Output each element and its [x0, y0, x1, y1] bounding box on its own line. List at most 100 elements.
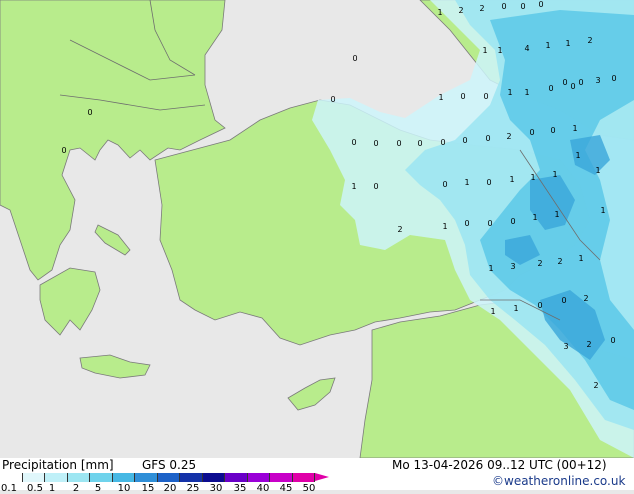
legend-label: 0.5 — [27, 483, 43, 494]
point-value-label: 2 — [557, 257, 562, 266]
point-value-label: 0 — [570, 82, 575, 91]
point-value-label: 1 — [554, 210, 559, 219]
point-value-label: 1 — [595, 166, 600, 175]
legend-label: 1 — [48, 483, 56, 494]
point-value-label: 0 — [538, 0, 543, 9]
credit-link[interactable]: ©weatheronline.co.uk — [492, 474, 625, 488]
point-value-label: 3 — [563, 342, 568, 351]
legend-label: 45 — [279, 483, 293, 494]
point-value-label: 3 — [595, 76, 600, 85]
point-value-label: 0 — [396, 139, 401, 148]
point-value-label: 0 — [548, 84, 553, 93]
point-value-label: 0 — [352, 54, 357, 63]
legend-swatch — [90, 473, 113, 482]
point-value-label: 2 — [506, 132, 511, 141]
legend-label: 5 — [94, 483, 102, 494]
point-value-label: 1 — [438, 93, 443, 102]
point-value-label: 1 — [575, 151, 580, 160]
legend-label: 25 — [186, 483, 200, 494]
legend-swatch — [225, 473, 248, 482]
point-value-label: 4 — [524, 44, 529, 53]
legend-label: 10 — [117, 483, 131, 494]
point-value-label: 0 — [578, 78, 583, 87]
legend-swatch — [270, 473, 293, 482]
point-value-label: 2 — [583, 294, 588, 303]
point-value-label: 1 — [524, 88, 529, 97]
point-value-label: 0 — [611, 74, 616, 83]
legend-swatch — [0, 473, 23, 482]
point-value-label: 0 — [87, 108, 92, 117]
point-value-label: 0 — [537, 301, 542, 310]
point-value-label: 0 — [550, 126, 555, 135]
point-value-label: 1 — [530, 173, 535, 182]
point-value-label: 0 — [373, 182, 378, 191]
legend-swatch — [112, 473, 135, 482]
point-value-label: 1 — [507, 88, 512, 97]
legend-swatch — [45, 473, 68, 482]
legend-arrow-icon — [315, 473, 329, 481]
legend-swatch — [157, 473, 180, 482]
point-value-label: 0 — [561, 296, 566, 305]
point-value-label: 0 — [501, 2, 506, 11]
legend-swatch — [292, 473, 315, 482]
point-value-label: 1 — [565, 39, 570, 48]
model-name: GFS 0.25 — [142, 458, 197, 472]
point-value-label: 0 — [440, 138, 445, 147]
point-value-label: 0 — [483, 92, 488, 101]
point-value-label: 1 — [437, 8, 442, 17]
legend-label: 15 — [141, 483, 155, 494]
product-title: Precipitation [mm] — [2, 458, 114, 472]
point-value-label: 1 — [545, 41, 550, 50]
legend-swatch — [202, 473, 225, 482]
point-value-label: 1 — [488, 264, 493, 273]
point-value-label: 2 — [458, 6, 463, 15]
point-value-label: 1 — [509, 175, 514, 184]
point-value-label: 2 — [479, 4, 484, 13]
legend-label: 50 — [302, 483, 316, 494]
legend-swatch — [67, 473, 90, 482]
legend-swatch — [180, 473, 203, 482]
point-value-label: 1 — [351, 182, 356, 191]
point-value-label: 1 — [552, 170, 557, 179]
precipitation-map: 1 2 2 0 0 001 1 4 1 1 20 0 3 000 1 0 0 1 1 0 000 0 0 0 0 0 0 2 0 0 11 0… — [0, 0, 634, 458]
legend-label: 30 — [209, 483, 223, 494]
point-value-label: 0 — [510, 217, 515, 226]
point-value-label: 0 — [373, 139, 378, 148]
point-value-label: 3 — [510, 262, 515, 271]
legend-label: 35 — [233, 483, 247, 494]
point-value-label: 0 — [520, 2, 525, 11]
legend-swatch — [247, 473, 270, 482]
point-value-label: 1 — [464, 178, 469, 187]
legend-label: 20 — [163, 483, 177, 494]
point-value-label: 0 — [562, 78, 567, 87]
point-value-label: 1 — [572, 124, 577, 133]
point-value-label: 0 — [610, 336, 615, 345]
legend-label: 2 — [72, 483, 80, 494]
valid-datetime: Mo 13-04-2026 09..12 UTC (00+12) — [392, 458, 607, 472]
point-value-label: 2 — [587, 36, 592, 45]
point-value-label: 0 — [462, 136, 467, 145]
legend-swatch — [22, 473, 45, 482]
point-value-label: 2 — [537, 259, 542, 268]
point-value-label: 1 — [490, 307, 495, 316]
point-value-label: 0 — [442, 180, 447, 189]
point-value-label: 1 — [482, 46, 487, 55]
point-value-label: 0 — [464, 219, 469, 228]
point-value-label: 0 — [61, 146, 66, 155]
legend-label: 40 — [256, 483, 270, 494]
point-value-label: 0 — [460, 92, 465, 101]
legend-label: 0.1 — [1, 483, 17, 494]
point-value-label: 1 — [578, 254, 583, 263]
point-value-label: 0 — [351, 138, 356, 147]
point-value-label: 2 — [586, 340, 591, 349]
point-value-label: 0 — [330, 95, 335, 104]
point-value-label: 0 — [487, 219, 492, 228]
point-value-label: 1 — [497, 46, 502, 55]
point-value-label: 1 — [532, 213, 537, 222]
point-value-label: 1 — [513, 304, 518, 313]
point-value-label: 0 — [529, 128, 534, 137]
point-value-label: 1 — [600, 206, 605, 215]
point-value-label: 0 — [417, 139, 422, 148]
point-value-label: 0 — [486, 178, 491, 187]
legend-swatch — [135, 473, 158, 482]
